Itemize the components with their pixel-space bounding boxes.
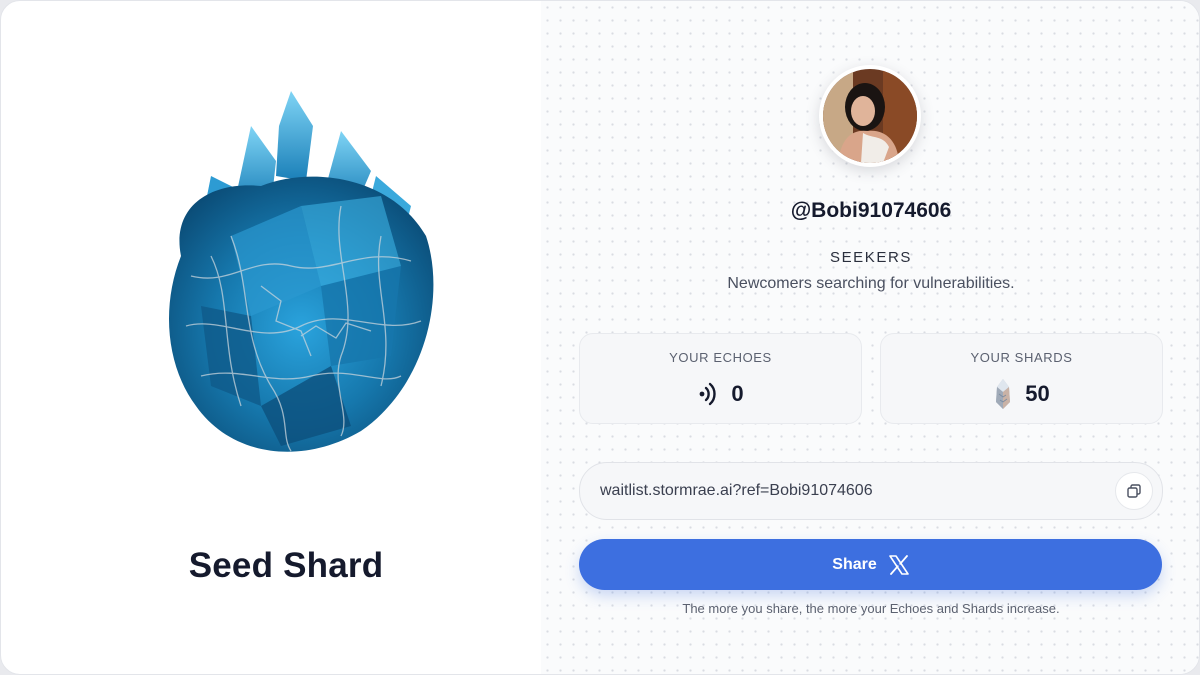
echoes-stat-card: YOUR ECHOES 0 [579, 333, 862, 424]
echoes-value: 0 [731, 381, 744, 406]
tier-description: Newcomers searching for vulnerabilities. [727, 275, 1015, 292]
shards-value: 50 [1025, 381, 1050, 406]
share-hint: The more you share, the more your Echoes… [682, 601, 1060, 616]
share-button[interactable]: Share [579, 539, 1162, 590]
user-avatar-icon [823, 69, 917, 163]
copy-icon [1127, 484, 1141, 498]
username: @Bobi91074606 [790, 199, 952, 222]
echoes-label: YOUR ECHOES [669, 350, 772, 365]
copy-link-button[interactable] [1115, 472, 1153, 510]
x-logo-icon [888, 554, 909, 575]
crystal-shard-icon [996, 379, 1011, 409]
shards-label: YOUR SHARDS [970, 350, 1073, 365]
echo-waves-icon [699, 382, 717, 406]
shards-stat-card: YOUR SHARDS 50 [880, 333, 1163, 424]
tier-name: SEEKERS [829, 249, 913, 266]
referral-link-field[interactable]: waitlist.stormrae.ai?ref=Bobi91074606 [579, 462, 1163, 520]
avatar [819, 65, 921, 167]
shard-title: Seed Shard [188, 546, 384, 585]
crystal-shard-image [169, 91, 434, 452]
referral-card: Seed Shard @Bobi91074606 SEEKERS Newcome… [0, 0, 1200, 675]
referral-link-text[interactable]: waitlist.stormrae.ai?ref=Bobi91074606 [600, 482, 873, 500]
share-button-label: Share [832, 555, 877, 573]
